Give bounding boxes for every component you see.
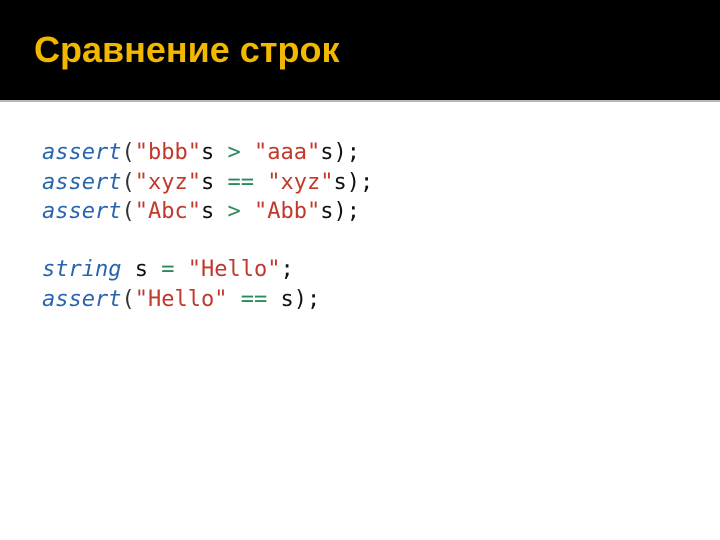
keyword: assert <box>42 199 121 224</box>
keyword: assert <box>42 170 121 195</box>
tail: ); <box>294 287 321 312</box>
operator: == <box>227 170 254 195</box>
operator: = <box>161 257 174 282</box>
space <box>227 287 240 312</box>
tail: s); <box>320 140 360 165</box>
keyword: assert <box>42 287 121 312</box>
punct: ( <box>121 287 134 312</box>
operator: == <box>241 287 268 312</box>
tail: s); <box>320 199 360 224</box>
string-literal: "xyz" <box>135 170 201 195</box>
punct: ( <box>121 170 134 195</box>
code-line: assert("Hello" == s); <box>42 285 678 315</box>
punct: ( <box>121 140 134 165</box>
space <box>254 170 267 195</box>
code-line: assert("Abc"s > "Abb"s); <box>42 197 678 227</box>
space <box>267 287 280 312</box>
blank-line <box>42 227 678 255</box>
keyword: assert <box>42 140 121 165</box>
slide-title: Сравнение строк <box>34 29 339 71</box>
string-literal: "Abb" <box>254 199 320 224</box>
identifier: s <box>280 287 293 312</box>
suffix: s <box>201 170 228 195</box>
punct: ( <box>121 199 134 224</box>
space <box>148 257 161 282</box>
code-line: assert("bbb"s > "aaa"s); <box>42 138 678 168</box>
space <box>241 140 254 165</box>
space <box>174 257 187 282</box>
string-literal: "aaa" <box>254 140 320 165</box>
code-line: string s = "Hello"; <box>42 255 678 285</box>
tail: s); <box>333 170 373 195</box>
tail: ; <box>280 257 293 282</box>
keyword: string <box>42 257 121 282</box>
space <box>121 257 134 282</box>
operator: > <box>227 140 240 165</box>
code-block: assert("bbb"s > "aaa"s); assert("xyz"s =… <box>0 102 720 350</box>
space <box>241 199 254 224</box>
suffix: s <box>201 140 228 165</box>
string-literal: "bbb" <box>135 140 201 165</box>
code-line: assert("xyz"s == "xyz"s); <box>42 168 678 198</box>
slide-header: Сравнение строк <box>0 0 720 100</box>
suffix: s <box>201 199 228 224</box>
string-literal: "Hello" <box>135 287 228 312</box>
string-literal: "Hello" <box>188 257 281 282</box>
string-literal: "xyz" <box>267 170 333 195</box>
string-literal: "Abc" <box>135 199 201 224</box>
identifier: s <box>135 257 148 282</box>
operator: > <box>227 199 240 224</box>
